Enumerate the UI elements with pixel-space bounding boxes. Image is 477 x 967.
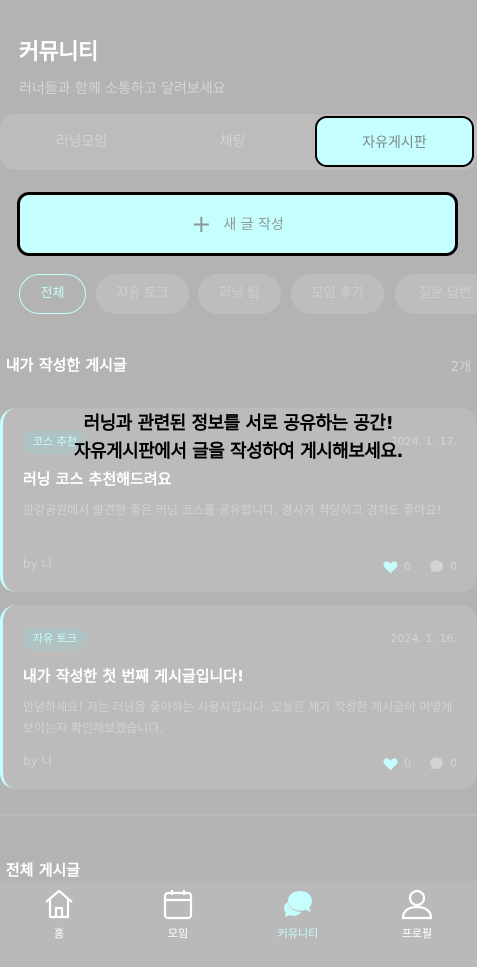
tab-running-group[interactable]: 러닝모임	[0, 114, 163, 170]
filter-meetup-review[interactable]: 모임 후기	[291, 274, 384, 314]
nav-meetup[interactable]: 모임	[138, 887, 218, 941]
like-count: 0	[404, 757, 411, 770]
heart-icon[interactable]	[383, 560, 398, 574]
filter-all[interactable]: 전체	[19, 274, 86, 314]
category-filters: 전체 자유 토크 러닝 팁 모임 후기 질문 답변	[19, 274, 477, 314]
home-icon	[19, 887, 99, 921]
plus-icon: +	[191, 210, 212, 238]
post-author: by 나	[23, 557, 53, 571]
post-stats: 0 0	[383, 756, 457, 771]
nav-profile-label: 프로필	[401, 927, 433, 940]
nav-home-label: 홈	[53, 927, 65, 940]
heart-icon[interactable]	[383, 757, 398, 771]
my-posts-title: 내가 작성한 게시글	[6, 356, 127, 374]
page-title: 커뮤니티	[19, 40, 98, 65]
new-post-label: 새 글 작성	[223, 217, 284, 233]
page-header: 커뮤니티 러너들과 함께 소통하고 달려보세요	[19, 34, 226, 98]
overlay-line-1: 러닝과 관련된 정보를 서로 공유하는 공간!	[83, 413, 394, 434]
chat-bubbles-icon	[258, 887, 338, 921]
tab-chat[interactable]: 채팅	[150, 114, 315, 170]
nav-meetup-label: 모임	[167, 927, 189, 940]
tutorial-overlay: 러닝과 관련된 정보를 서로 공유하는 공간! 자유게시판에서 글을 작성하여 …	[0, 410, 477, 466]
nav-community-label: 커뮤니티	[277, 927, 319, 940]
post-date: 2024. 1. 16.	[390, 632, 457, 645]
post-tag: 자유 토크	[23, 627, 87, 651]
comment-icon[interactable]	[429, 559, 444, 574]
all-posts-title: 전체 게시글	[6, 861, 81, 879]
nav-community[interactable]: 커뮤니티	[258, 887, 338, 941]
post-card[interactable]: 자유 토크 2024. 1. 16. 내가 작성한 첫 번째 게시글입니다! 안…	[0, 605, 477, 789]
like-count: 0	[404, 560, 411, 573]
my-posts-count: 2개	[450, 360, 471, 375]
user-icon	[377, 887, 457, 921]
comment-count: 0	[450, 757, 457, 770]
post-author: by 나	[23, 754, 53, 768]
post-excerpt: 안녕하세요! 저는 러닝을 좋아하는 사용자입니다. 오늘은 제가 작성한 게시…	[23, 700, 453, 735]
post-excerpt: 한강공원에서 발견한 좋은 러닝 코스를 공유합니다. 경사가 적당하고 경치도…	[23, 503, 442, 517]
post-title: 러닝 코스 추천해드려요	[23, 470, 172, 488]
post-stats: 0 0	[383, 559, 457, 574]
nav-home[interactable]: 홈	[19, 887, 99, 941]
tab-free-board[interactable]: 자유게시판	[315, 116, 474, 167]
page-subtitle: 러너들과 함께 소통하고 달려보세요	[19, 81, 226, 97]
overlay-line-2: 자유게시판에서 글을 작성하여 게시해보세요.	[74, 441, 403, 462]
new-post-button[interactable]: + 새 글 작성	[17, 192, 458, 256]
comment-icon[interactable]	[429, 756, 444, 771]
post-title: 내가 작성한 첫 번째 게시글입니다!	[23, 667, 244, 685]
bottom-nav: 홈 모임 커뮤니티 프로필	[0, 881, 477, 967]
section-divider	[0, 814, 477, 816]
comment-count: 0	[450, 560, 457, 573]
filter-free-talk[interactable]: 자유 토크	[96, 274, 189, 314]
calendar-icon	[138, 887, 218, 921]
filter-running-tips[interactable]: 러닝 팁	[198, 274, 281, 314]
filter-qna[interactable]: 질문 답변	[395, 274, 477, 314]
nav-profile[interactable]: 프로필	[377, 887, 457, 941]
community-tabs: 러닝모임 채팅 자유게시판	[0, 114, 477, 170]
